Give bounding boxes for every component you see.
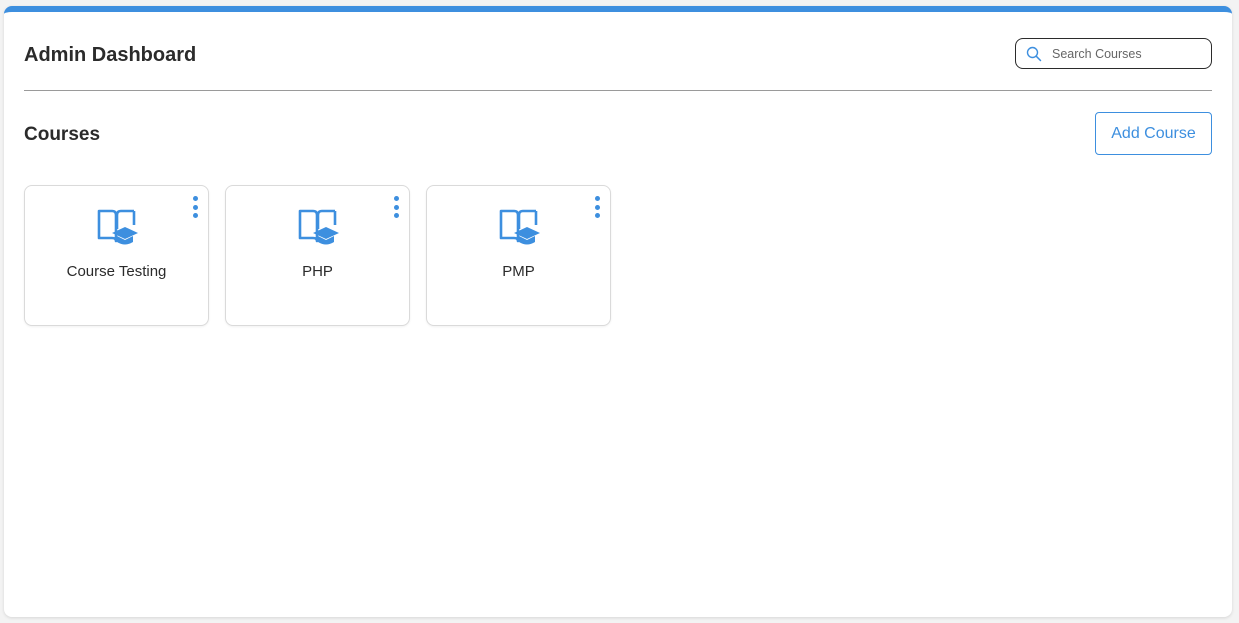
- dot: [393, 196, 399, 201]
- course-grid: Course Testing PHP PMP: [24, 185, 611, 326]
- course-card[interactable]: PHP: [225, 185, 410, 326]
- dot: [594, 196, 600, 201]
- course-menu-button[interactable]: [590, 195, 604, 219]
- course-name: Course Testing: [66, 263, 167, 280]
- section-title: Courses: [24, 124, 101, 145]
- page-header: Admin Dashboard: [24, 38, 1212, 90]
- book-graduation-icon: [97, 209, 138, 245]
- dot: [192, 213, 198, 218]
- course-menu-button[interactable]: [389, 195, 403, 219]
- search-input[interactable]: [1052, 46, 1202, 61]
- dot: [192, 204, 198, 210]
- page-title: Admin Dashboard: [24, 44, 197, 66]
- course-card[interactable]: PMP: [426, 185, 611, 326]
- book-graduation-icon: [298, 209, 339, 245]
- course-menu-button[interactable]: [188, 195, 202, 219]
- book-graduation-icon: [499, 209, 540, 245]
- course-name: PMP: [502, 263, 535, 280]
- search-box[interactable]: [1015, 38, 1212, 69]
- course-name: PHP: [302, 263, 333, 280]
- course-card[interactable]: Course Testing: [24, 185, 209, 326]
- header-divider: [24, 90, 1212, 91]
- dot: [594, 213, 600, 218]
- search-icon: [1026, 46, 1042, 61]
- dashboard-panel: Admin Dashboard Courses Add Course: [4, 6, 1232, 617]
- dot: [594, 204, 600, 210]
- add-course-button[interactable]: Add Course: [1095, 112, 1212, 155]
- dot: [393, 213, 399, 218]
- dot: [393, 204, 399, 210]
- dot: [192, 196, 198, 201]
